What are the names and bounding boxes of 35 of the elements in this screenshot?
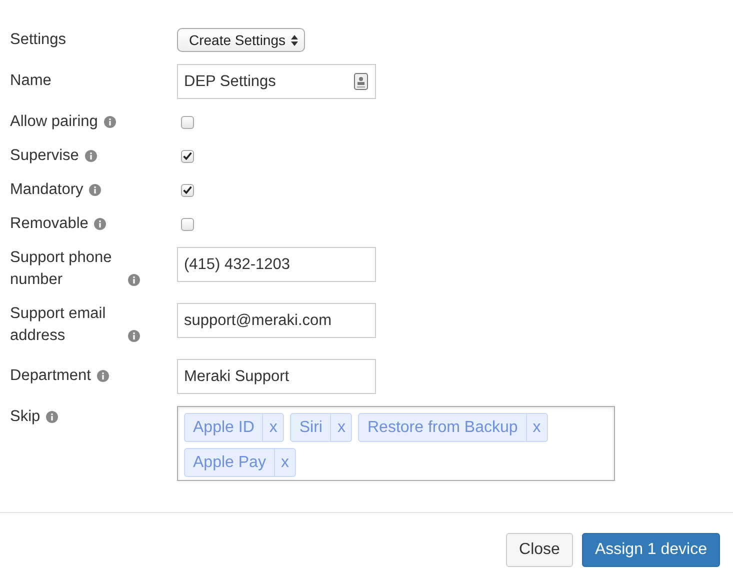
assign-button[interactable]: Assign 1 device bbox=[582, 533, 720, 567]
close-button[interactable]: Close bbox=[506, 533, 573, 567]
text-field[interactable]: (415) 432-1203 bbox=[177, 247, 376, 282]
info-icon[interactable] bbox=[128, 330, 140, 342]
field-label: Removable bbox=[10, 214, 88, 234]
field-label: Supervise bbox=[10, 146, 79, 166]
checkbox[interactable] bbox=[181, 184, 194, 196]
field-label: Allow pairing bbox=[10, 112, 98, 132]
info-icon[interactable] bbox=[94, 218, 106, 230]
tag-label: Restore from Backup bbox=[366, 418, 519, 438]
tag-label: Apple ID bbox=[192, 418, 256, 438]
checkbox[interactable] bbox=[181, 116, 194, 128]
field-label: Support email address bbox=[10, 304, 107, 346]
info-icon[interactable] bbox=[89, 184, 102, 196]
field-label: Name bbox=[10, 71, 52, 91]
settings-dropdown[interactable]: Create Settings bbox=[177, 28, 304, 52]
field-label: Support phone number bbox=[10, 248, 113, 290]
contact-card-icon[interactable] bbox=[354, 73, 368, 90]
info-icon[interactable] bbox=[128, 274, 140, 286]
text-field[interactable]: support@meraki.com bbox=[177, 303, 376, 338]
info-icon[interactable] bbox=[104, 116, 116, 128]
info-icon[interactable] bbox=[84, 150, 97, 162]
text-field[interactable]: DEP Settings bbox=[177, 64, 376, 99]
field-label: Mandatory bbox=[10, 180, 84, 200]
info-icon[interactable] bbox=[46, 411, 58, 423]
tag-label: Apple Pay bbox=[192, 452, 267, 472]
tag-label: Siri bbox=[298, 418, 324, 438]
updown-arrows-icon bbox=[290, 34, 298, 46]
checkbox[interactable] bbox=[181, 150, 194, 162]
text-field[interactable]: Meraki Support bbox=[177, 359, 376, 394]
info-icon[interactable] bbox=[96, 370, 109, 382]
field-label: Settings bbox=[10, 30, 66, 50]
field-label: Department bbox=[10, 366, 91, 386]
checkbox[interactable] bbox=[181, 218, 194, 230]
field-label: Skip bbox=[10, 407, 40, 427]
